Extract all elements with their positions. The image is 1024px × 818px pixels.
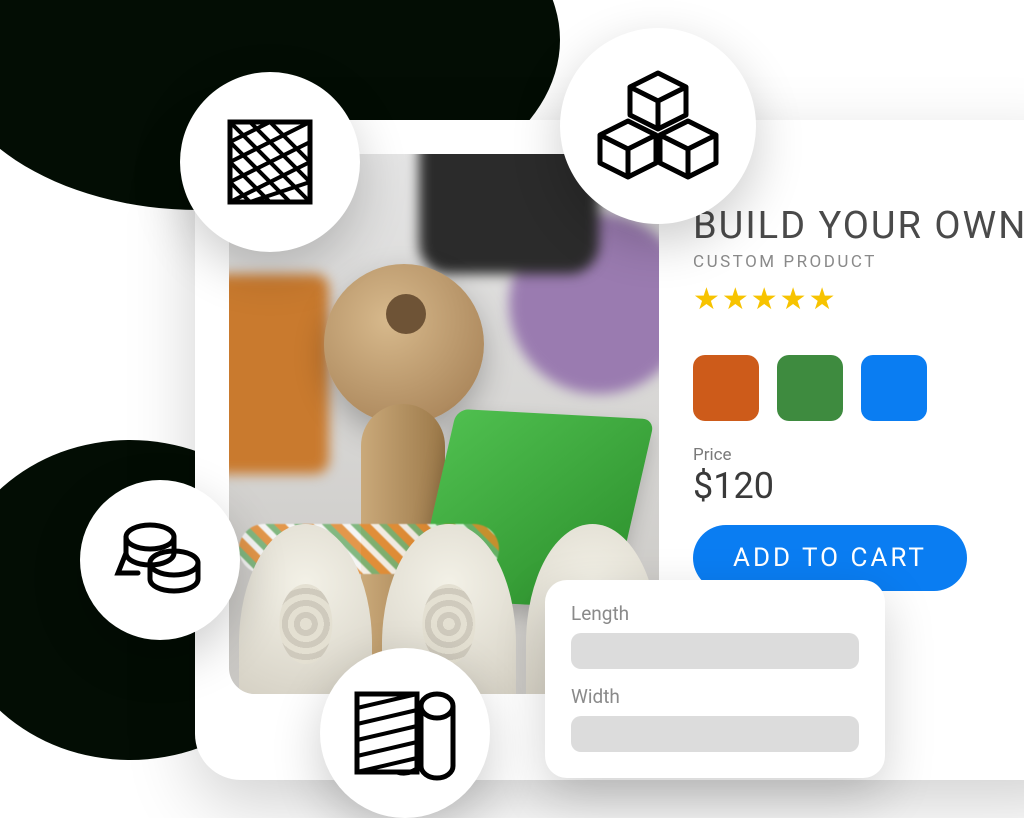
dimensions-card: Length Width: [545, 580, 885, 778]
color-swatch-blue[interactable]: [861, 355, 927, 421]
color-swatch-orange[interactable]: [693, 355, 759, 421]
rating-stars: ★★★★★: [693, 282, 1024, 317]
fabric-rolls-icon: [80, 480, 240, 640]
length-input[interactable]: [571, 633, 859, 669]
product-title: BUILD YOUR OWN: [693, 204, 1024, 248]
boxes-icon: [560, 28, 756, 224]
product-subtitle: CUSTOM PRODUCT: [693, 252, 1024, 272]
width-label: Width: [571, 685, 859, 708]
price-value: $120: [693, 465, 1024, 507]
price-label: Price: [693, 445, 1024, 465]
fabric-roll-icon: [320, 648, 490, 818]
length-label: Length: [571, 602, 859, 625]
color-swatch-green[interactable]: [777, 355, 843, 421]
color-swatches: [693, 355, 1024, 421]
width-input[interactable]: [571, 716, 859, 752]
tile-pattern-icon: [180, 72, 360, 252]
